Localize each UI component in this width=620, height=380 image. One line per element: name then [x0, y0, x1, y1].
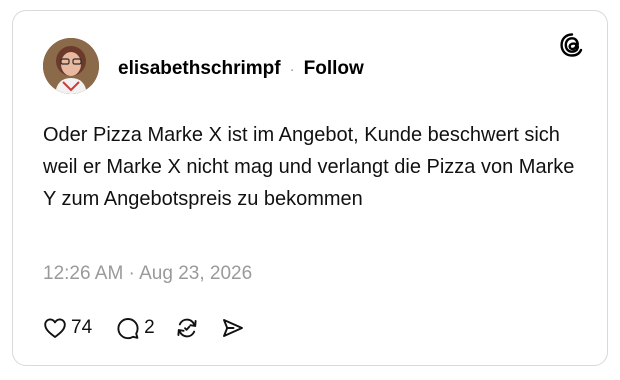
heart-icon: [44, 318, 66, 338]
share-button[interactable]: [221, 316, 245, 340]
follow-button[interactable]: Follow: [304, 58, 364, 80]
like-button[interactable]: 74: [43, 317, 92, 339]
post-card: elisabethschrimpf · Follow Oder Pizza Ma…: [12, 10, 608, 366]
repost-icon: [177, 318, 197, 338]
post-text: Oder Pizza Marke X ist im Angebot, Kunde…: [43, 124, 575, 210]
repost-button[interactable]: [175, 316, 199, 340]
avatar[interactable]: [43, 38, 99, 94]
username[interactable]: elisabethschrimpf: [118, 58, 281, 80]
post-header: elisabethschrimpf · Follow: [118, 57, 364, 81]
post-timestamp[interactable]: 12:26 AM · Aug 23, 2026: [43, 263, 252, 285]
comment-icon: [117, 318, 139, 340]
action-bar: 74 2: [43, 314, 245, 342]
threads-logo-icon[interactable]: [559, 32, 585, 58]
send-icon: [222, 319, 243, 337]
like-count: 74: [71, 317, 93, 338]
separator-dot: ·: [289, 60, 295, 78]
reply-count: 2: [144, 317, 155, 338]
reply-button[interactable]: 2: [116, 316, 155, 340]
